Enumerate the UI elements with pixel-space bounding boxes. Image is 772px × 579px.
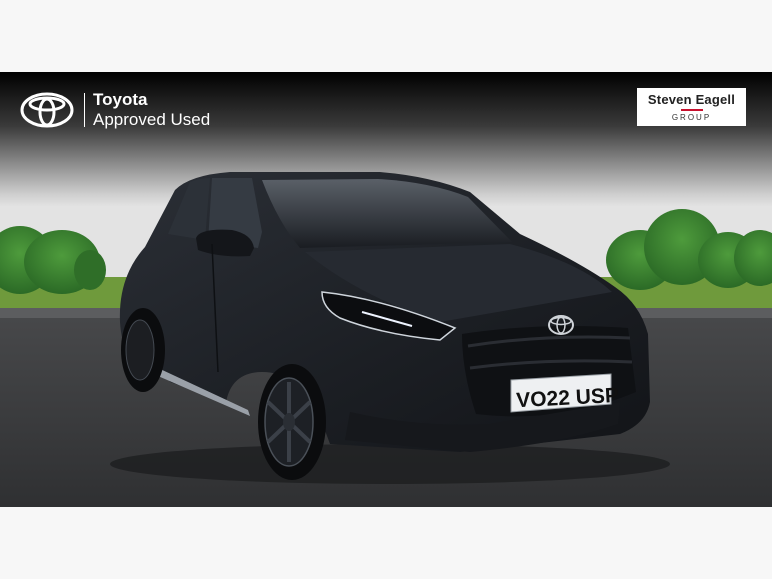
dealer-accent-rule	[680, 109, 703, 111]
dealer-group-label: GROUP	[671, 113, 712, 122]
toyota-approved-used-banner: Toyota Approved Used	[20, 90, 210, 130]
license-plate: VO22 USP	[510, 373, 619, 413]
brand-title: Toyota	[93, 90, 148, 109]
toyota-logo-icon	[20, 92, 74, 128]
front-wheel	[258, 364, 326, 480]
vehicle-photo: VO22 USP	[0, 72, 772, 507]
dealer-name: Steven Eagell	[647, 92, 736, 107]
brand-divider	[84, 93, 85, 127]
rear-wheel	[121, 308, 165, 392]
brand-tagline: Approved Used	[93, 110, 211, 129]
dealer-logo: Steven Eagell GROUP	[637, 88, 746, 126]
